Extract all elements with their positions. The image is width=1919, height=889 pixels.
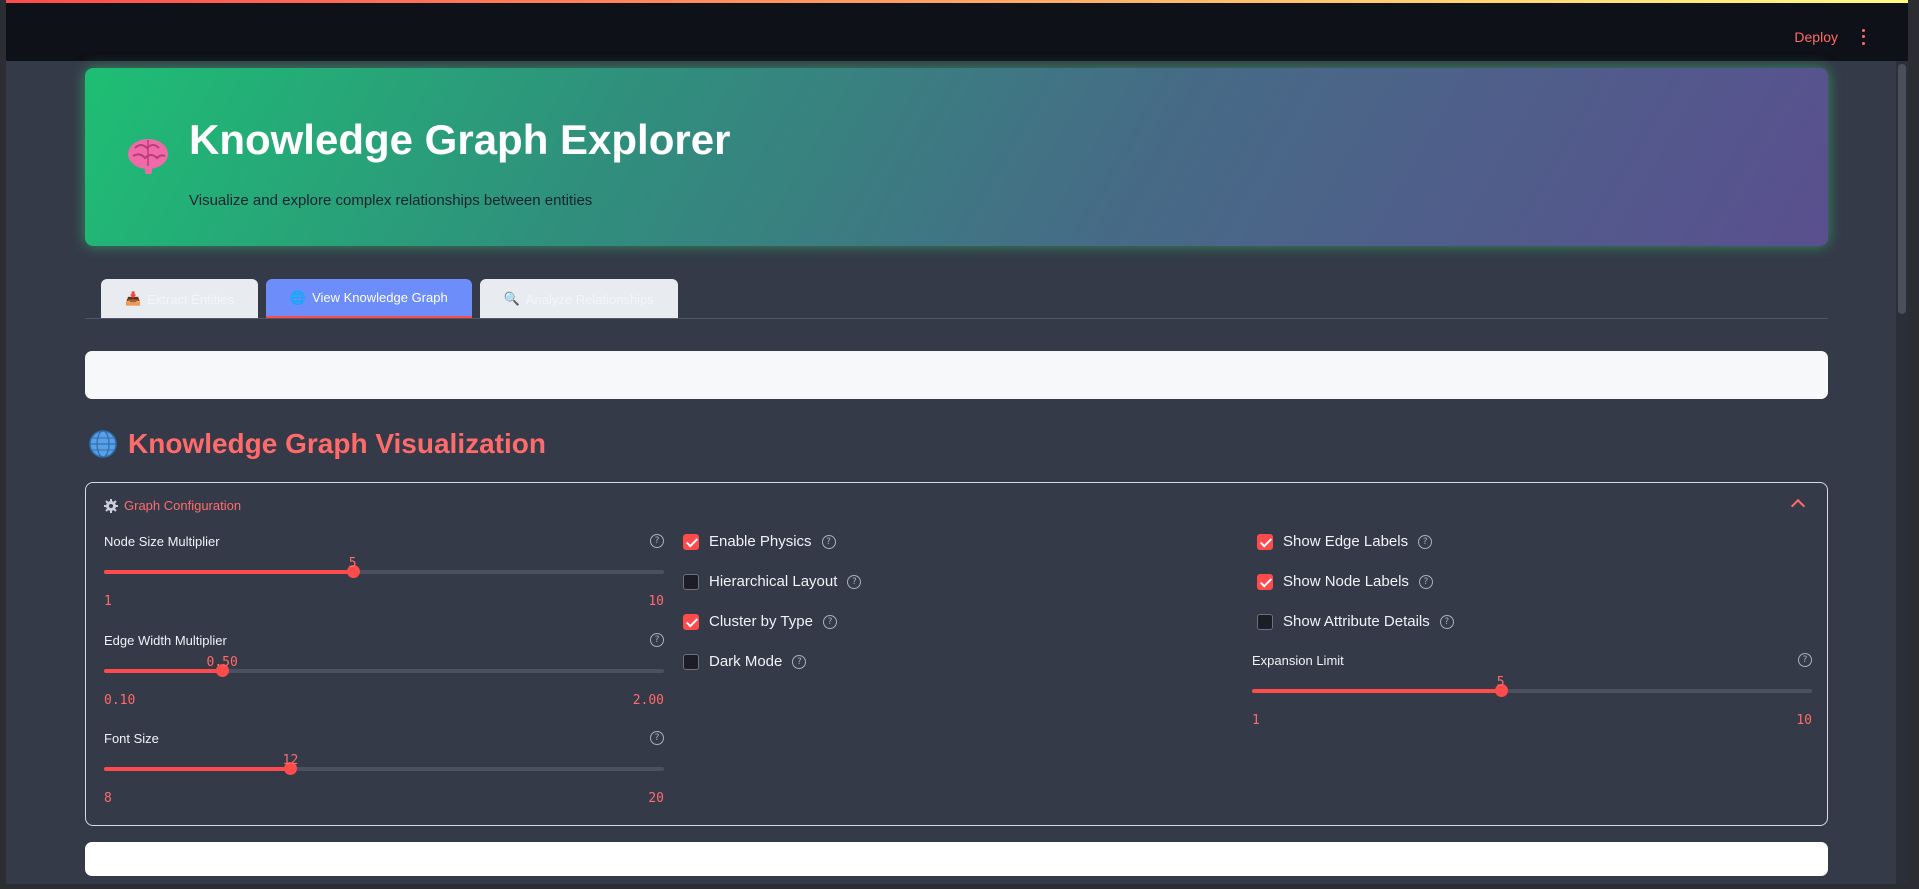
slider-track[interactable] [104, 762, 664, 775]
section-title: Knowledge Graph Visualization [128, 428, 546, 459]
tab-label: Extract Entities [147, 291, 234, 307]
slider-min: 1 [104, 594, 112, 609]
kebab-menu-icon[interactable] [1856, 27, 1870, 47]
checkbox-box[interactable] [1257, 613, 1273, 630]
tab-divider [85, 318, 1828, 319]
slider-value: 0.50 [206, 655, 238, 670]
tab-analyze-relationships[interactable]: 🔍 Analyze Relationships [479, 279, 678, 319]
graph-panel [85, 842, 1828, 876]
checkbox-show-edge-labels[interactable]: Show Edge Labels ? [1257, 533, 1433, 550]
checkbox-box[interactable] [683, 533, 699, 550]
slider-value: 12 [282, 753, 299, 768]
edge-width-slider[interactable]: Edge Width Multiplier ? 0.50 0.10 2.00 [104, 633, 664, 713]
checkbox-label: Enable Physics [709, 533, 812, 550]
gear-icon [104, 498, 118, 513]
chevron-up-icon[interactable] [1790, 498, 1806, 514]
help-icon[interactable]: ? [847, 574, 862, 589]
checkbox-cluster-by-type[interactable]: Cluster by Type ? [683, 613, 837, 630]
slider-fill [104, 767, 291, 771]
slider-max: 10 [648, 594, 664, 609]
page-subtitle: Visualize and explore complex relationsh… [189, 192, 593, 209]
deploy-button[interactable]: Deploy [1794, 29, 1838, 45]
tab-bar: 📥 Extract Entities 🌐 View Knowledge Grap… [101, 279, 678, 319]
help-icon[interactable]: ? [1439, 614, 1454, 629]
tab-label: Analyze Relationships [525, 291, 654, 307]
info-panel [85, 351, 1828, 399]
slider-track[interactable] [104, 565, 664, 578]
slider-min: 1 [1252, 713, 1260, 728]
checkbox-show-attribute-details[interactable]: Show Attribute Details ? [1257, 613, 1454, 630]
globe-icon [89, 430, 117, 458]
help-icon[interactable]: ? [1798, 653, 1812, 667]
slider-label: Edge Width Multiplier [104, 633, 227, 648]
slider-value: 5 [348, 556, 357, 571]
slider-min: 0.10 [104, 693, 136, 708]
checkbox-label: Dark Mode [709, 653, 783, 670]
slider-fill [104, 570, 353, 574]
hero-banner: Knowledge Graph Explorer Visualize and e… [85, 68, 1828, 246]
help-icon[interactable]: ? [821, 534, 836, 549]
slider-track[interactable] [1252, 684, 1812, 697]
checkbox-dark-mode[interactable]: Dark Mode ? [683, 653, 807, 670]
inbox-tray-icon: 📥 [125, 291, 142, 306]
slider-max: 10 [1796, 713, 1812, 728]
expander-header[interactable]: Graph Configuration [104, 498, 241, 513]
help-icon[interactable]: ? [792, 654, 807, 669]
checkbox-label: Cluster by Type [709, 613, 813, 630]
help-icon[interactable]: ? [650, 731, 664, 745]
checkbox-box[interactable] [1257, 533, 1273, 550]
graph-configuration-expander: Graph Configuration Node Size Multiplier… [85, 482, 1828, 826]
checkbox-label: Show Attribute Details [1283, 613, 1430, 630]
help-icon[interactable]: ? [650, 633, 664, 647]
checkbox-enable-physics[interactable]: Enable Physics ? [683, 533, 836, 550]
help-icon[interactable]: ? [822, 614, 837, 629]
slider-fill [104, 669, 223, 673]
tab-view-knowledge-graph[interactable]: 🌐 View Knowledge Graph [265, 279, 472, 319]
node-size-slider[interactable]: Node Size Multiplier ? 5 1 10 [104, 534, 664, 614]
font-size-slider[interactable]: Font Size ? 12 8 20 [104, 731, 664, 811]
checkbox-box[interactable] [1257, 573, 1273, 590]
expansion-limit-slider[interactable]: Expansion Limit ? 5 1 10 [1252, 653, 1812, 733]
section-heading: Knowledge Graph Visualization [88, 428, 546, 460]
slider-value: 5 [1496, 675, 1505, 690]
slider-max: 20 [648, 791, 664, 806]
help-icon[interactable]: ? [1418, 534, 1433, 549]
slider-fill [1252, 689, 1501, 693]
checkbox-hierarchical-layout[interactable]: Hierarchical Layout ? [683, 573, 862, 590]
slider-max: 2.00 [632, 693, 664, 708]
app-frame: Deploy Knowledge Graph Explorer Visualiz… [6, 0, 1908, 884]
globe-icon: 🌐 [289, 289, 307, 305]
slider-min: 8 [104, 791, 112, 806]
checkbox-label: Show Node Labels [1283, 573, 1409, 590]
slider-label: Node Size Multiplier [104, 534, 220, 549]
checkbox-box[interactable] [683, 613, 699, 630]
tab-extract-entities[interactable]: 📥 Extract Entities [101, 279, 258, 319]
page-title: Knowledge Graph Explorer [189, 116, 731, 163]
checkbox-label: Hierarchical Layout [709, 573, 838, 590]
checkbox-box[interactable] [683, 573, 699, 590]
magnifier-icon: 🔍 [503, 291, 520, 306]
checkbox-label: Show Edge Labels [1283, 533, 1409, 550]
scrollbar-thumb[interactable] [1898, 64, 1906, 314]
slider-label: Expansion Limit [1252, 653, 1344, 668]
checkbox-show-node-labels[interactable]: Show Node Labels ? [1257, 573, 1433, 590]
tab-label: View Knowledge Graph [312, 290, 448, 305]
help-icon[interactable]: ? [650, 534, 664, 548]
expander-title: Graph Configuration [124, 498, 242, 513]
brain-icon [128, 139, 168, 174]
slider-label: Font Size [104, 731, 159, 746]
checkbox-box[interactable] [683, 653, 699, 670]
top-bar: Deploy [6, 3, 1908, 61]
slider-track[interactable] [104, 664, 664, 677]
help-icon[interactable]: ? [1418, 574, 1433, 589]
